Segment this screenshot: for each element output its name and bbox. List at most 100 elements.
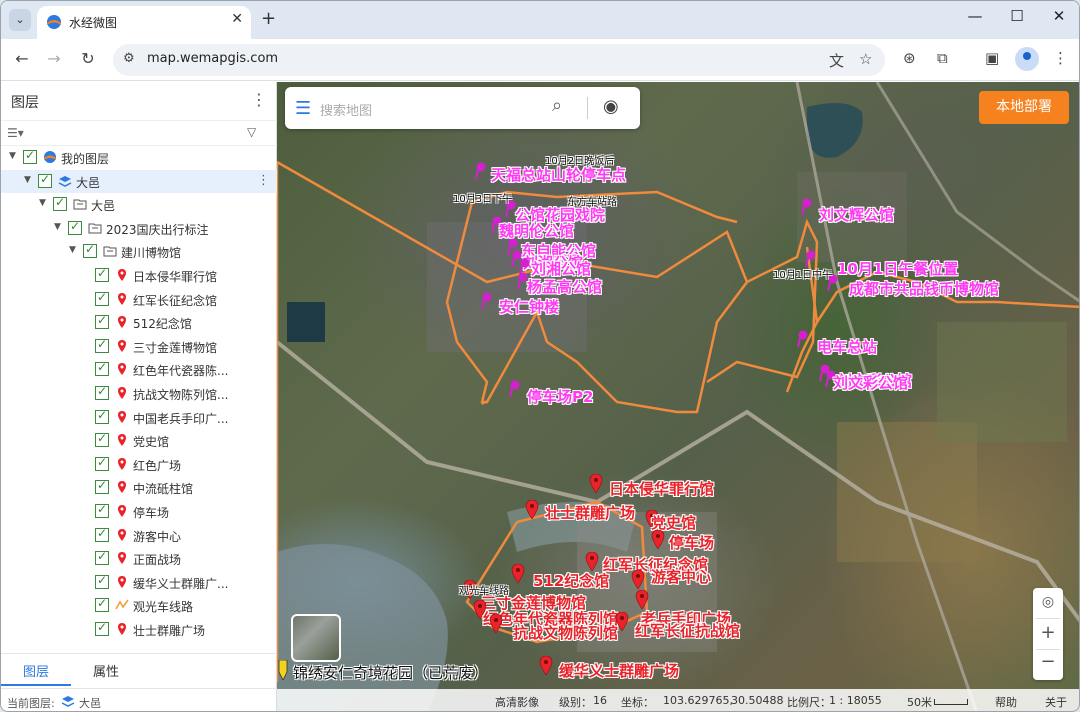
layer-checkbox[interactable] [95, 620, 109, 636]
magenta-marker-label[interactable]: 刘文彩公馆 [833, 372, 908, 393]
layer-tree-row[interactable]: 红军长征纪念馆 [1, 288, 277, 312]
new-tab-icon[interactable]: + [261, 8, 276, 29]
red-map-pin-icon[interactable] [511, 564, 525, 584]
side-panel-icon[interactable]: ▣ [985, 49, 999, 67]
imagery-type[interactable]: 高清影像 [495, 694, 539, 710]
layer-tree-row[interactable]: 中国老兵手印广... [1, 406, 277, 430]
profile-avatar-icon[interactable] [1015, 47, 1039, 71]
basemap-switcher[interactable] [291, 614, 341, 662]
expand-caret-icon[interactable]: ▼ [69, 245, 76, 255]
red-marker-label[interactable]: 512纪念馆 [533, 570, 609, 591]
layer-checkbox[interactable] [95, 573, 109, 589]
layer-tree-row[interactable]: 三寸金莲博物馆 [1, 335, 277, 359]
search-input[interactable]: 搜索地图 [320, 100, 372, 119]
layer-checkbox[interactable] [95, 526, 109, 542]
tab-layers[interactable]: 图层 [23, 661, 49, 680]
url-text[interactable]: map.wemapgis.com [147, 51, 278, 66]
red-marker-label[interactable]: 停车场 [669, 532, 714, 553]
expand-caret-icon[interactable]: ▼ [39, 198, 46, 208]
magenta-marker-label[interactable]: 安仁钟楼 [499, 296, 559, 317]
layer-tree-row[interactable]: 游客中心 [1, 524, 277, 548]
red-map-pin-icon[interactable] [651, 530, 665, 550]
layer-tree-row[interactable]: 红色广场 [1, 453, 277, 477]
magenta-pushpin-icon[interactable] [507, 380, 521, 398]
layer-tree-row[interactable]: 停车场 [1, 500, 277, 524]
layer-tree-row[interactable]: 中流砥柱馆 [1, 476, 277, 500]
red-marker-label[interactable]: 壮士群雕广场 [545, 502, 635, 523]
magenta-pushpin-icon[interactable] [799, 198, 813, 216]
red-marker-label[interactable]: 缓华义士群雕广场 [559, 660, 679, 681]
layer-tree-row[interactable]: ▼ 大邑 ⋮ [1, 169, 277, 194]
layer-tree-row[interactable]: ▼ 我的图层 [1, 146, 277, 170]
red-marker-label[interactable]: 日本侵华罪行馆 [609, 478, 714, 499]
tab-close-icon[interactable]: ✕ [231, 11, 243, 27]
layer-checkbox[interactable] [95, 478, 109, 495]
layer-tree-row[interactable]: 缓华义士群雕广... [1, 571, 277, 595]
expand-caret-icon[interactable]: ▼ [54, 222, 61, 232]
layer-checkbox[interactable] [53, 195, 67, 212]
red-map-pin-icon[interactable] [635, 590, 649, 610]
layer-checkbox[interactable] [95, 502, 109, 518]
browser-menu-icon[interactable]: ⋮ [1053, 49, 1068, 67]
back-icon[interactable]: ← [11, 49, 33, 68]
local-deploy-button[interactable]: 本地部署 [979, 91, 1069, 124]
magenta-pushpin-icon[interactable] [479, 292, 493, 310]
layer-checkbox[interactable] [95, 431, 109, 448]
magenta-marker-label[interactable]: 10月1日午餐位置 [837, 258, 958, 279]
layer-list-view-icon[interactable]: ☰▾ [7, 126, 24, 140]
zoom-in-icon[interactable]: + [1033, 622, 1063, 643]
about-link[interactable]: 关于 [1045, 694, 1067, 710]
layer-checkbox[interactable] [95, 549, 109, 566]
location-pin-icon[interactable]: ◉ [603, 96, 619, 117]
layer-checkbox[interactable] [95, 384, 109, 400]
red-marker-label[interactable]: 游客中心 [651, 566, 711, 587]
layer-tree-row[interactable]: 512纪念馆 [1, 311, 277, 335]
magenta-marker-label[interactable]: 电车总站 [817, 336, 877, 357]
layer-tree-row[interactable]: 红色年代瓷器陈... [1, 358, 277, 382]
magenta-marker-label[interactable]: 停车场P2 [527, 386, 593, 407]
bookmark-star-icon[interactable]: ☆ [859, 50, 872, 68]
layer-tree-row[interactable]: ▼ 大邑 [1, 193, 277, 217]
puzzle-icon[interactable]: ⧉ [937, 49, 948, 67]
close-window-icon[interactable]: ✕ [1047, 7, 1071, 25]
magenta-marker-label[interactable]: 天福总站山轮停车点 [491, 164, 626, 185]
red-marker-label[interactable]: 抗战文物陈列馆 [513, 622, 618, 643]
red-map-pin-icon[interactable] [585, 552, 599, 572]
panel-more-icon[interactable]: ⋮ [251, 90, 267, 109]
extension-icon[interactable]: ⊛ [903, 49, 916, 67]
layer-tree-row[interactable]: 观光车线路 [1, 594, 277, 618]
site-info-icon[interactable]: ⚙ [123, 51, 141, 69]
red-map-pin-icon[interactable] [489, 614, 503, 634]
map-view[interactable]: ☰ 搜索地图 ⌕ ◉ 本地部署 天福总站山轮停车点 公馆花园戏院 魏明伦公馆 东自能公… [277, 82, 1079, 711]
layer-checkbox[interactable] [95, 290, 109, 306]
layer-checkbox[interactable] [95, 596, 109, 613]
search-icon[interactable]: ⌕ [552, 95, 562, 116]
layer-tree-row[interactable]: 日本侵华罪行馆 [1, 264, 277, 288]
layer-checkbox[interactable] [95, 266, 109, 282]
maximize-icon[interactable]: ☐ [1005, 7, 1029, 25]
layer-checkbox[interactable] [95, 455, 109, 471]
layer-tree-row[interactable]: 正面战场 [1, 547, 277, 571]
layer-tree-row[interactable]: 抗战文物陈列馆... [1, 382, 277, 406]
forward-icon[interactable]: → [43, 49, 65, 68]
zoom-out-icon[interactable]: − [1033, 651, 1063, 672]
layer-tree-row[interactable]: 党史馆 [1, 429, 277, 453]
help-link[interactable]: 帮助 [995, 694, 1017, 710]
browser-tab[interactable]: 水经微图 ✕ [37, 6, 251, 39]
layer-checkbox[interactable] [95, 337, 109, 353]
red-map-pin-icon[interactable] [631, 570, 645, 590]
layer-checkbox[interactable] [38, 172, 52, 188]
red-map-pin-icon[interactable] [539, 656, 553, 676]
layer-checkbox[interactable] [95, 408, 109, 424]
tab-properties[interactable]: 属性 [93, 661, 119, 680]
layer-checkbox[interactable] [83, 242, 97, 259]
minimize-icon[interactable]: — [963, 7, 987, 25]
red-map-pin-icon[interactable] [525, 500, 539, 520]
layer-checkbox[interactable] [68, 219, 82, 235]
magenta-marker-label[interactable]: 刘文辉公馆 [819, 204, 894, 225]
translate-icon[interactable]: 文 [829, 50, 844, 71]
red-map-pin-icon[interactable] [589, 474, 603, 494]
tab-search-button[interactable]: ⌄ [9, 9, 31, 31]
layer-checkbox[interactable] [95, 313, 109, 330]
layer-checkbox[interactable] [95, 360, 109, 377]
